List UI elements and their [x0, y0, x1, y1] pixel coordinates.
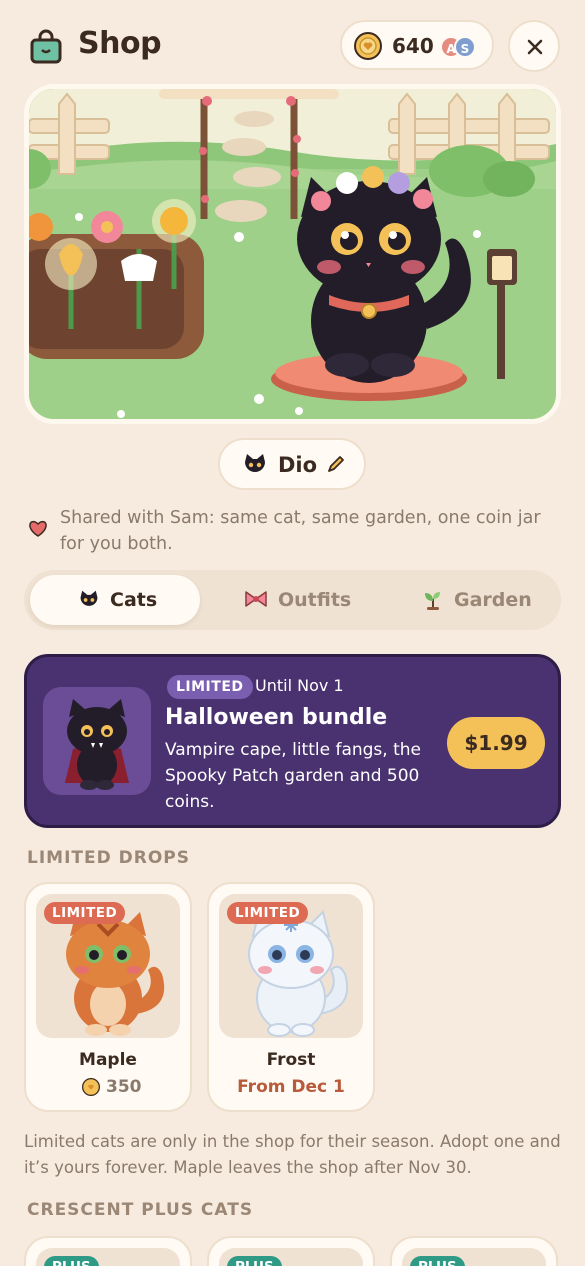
bow-icon — [245, 591, 267, 607]
sprout-icon — [425, 592, 440, 610]
garden-illustration — [29, 89, 556, 419]
vampire-cat-illustration — [65, 699, 129, 790]
cat-face-icon — [245, 454, 265, 472]
cat-face-icon — [80, 590, 98, 606]
garden-scene — [24, 84, 561, 424]
cat-card-frost[interactable]: LIMITED Frost From Dec 1 — [207, 882, 375, 1112]
limited-badge: LIMITED — [44, 902, 126, 924]
heart-icon — [29, 520, 47, 537]
plus-cat-card[interactable]: PLUS — [207, 1236, 375, 1266]
tab-garden[interactable]: Garden — [414, 575, 554, 625]
close-button[interactable] — [508, 20, 560, 72]
tab-label: Garden — [454, 589, 532, 611]
section-heading-plus: CRESCENT PLUS CATS — [27, 1200, 254, 1220]
tab-cats[interactable]: Cats — [30, 575, 200, 625]
plus-cat-card[interactable]: PLUS — [390, 1236, 558, 1266]
coin-balance[interactable]: 640 A S — [340, 20, 494, 70]
limited-badge: LIMITED — [227, 902, 309, 924]
cat-card-maple[interactable]: LIMITED Maple 350 — [24, 882, 192, 1112]
pet-name: Dio — [278, 453, 318, 477]
cat-card-art: LIMITED — [36, 894, 180, 1038]
bundle-thumbnail — [43, 687, 151, 795]
cat-price: 350 — [106, 1077, 142, 1097]
buy-bundle-button[interactable]: $1.99 — [447, 717, 545, 769]
tab-label: Cats — [110, 589, 158, 611]
category-tabs: Cats Outfits Garden — [24, 570, 561, 630]
cat-availability: From Dec 1 — [237, 1077, 345, 1097]
tab-outfits[interactable]: Outfits — [234, 575, 384, 625]
cat-card-art: LIMITED — [219, 894, 363, 1038]
pencil-icon[interactable] — [326, 454, 346, 474]
tab-label: Outfits — [278, 589, 352, 611]
header: Shop 640 A S — [0, 0, 585, 92]
coin-icon — [354, 32, 382, 60]
cat-name: Frost — [266, 1050, 316, 1070]
shared-info-text: Shared with Sam: same cat, same garden, … — [60, 508, 541, 554]
plus-badge: PLUS — [410, 1256, 465, 1266]
cat-name: Maple — [79, 1050, 137, 1070]
promo-title: Halloween bundle — [165, 705, 388, 730]
plus-cat-card[interactable]: PLUS — [24, 1236, 192, 1266]
avatar: S — [454, 36, 476, 58]
section-heading-limited: LIMITED DROPS — [27, 848, 190, 868]
promo-until-date: Until Nov 1 — [255, 676, 344, 695]
halloween-bundle-banner[interactable]: LIMITED Until Nov 1 Halloween bundle Vam… — [24, 654, 561, 828]
close-icon — [527, 39, 543, 55]
plus-badge: PLUS — [227, 1256, 282, 1266]
coin-count: 640 — [392, 34, 434, 58]
coin-icon — [82, 1078, 100, 1096]
shopping-bag-icon — [30, 29, 62, 64]
limited-note: Limited cats are only in the shop for th… — [24, 1132, 561, 1177]
plus-badge: PLUS — [44, 1256, 99, 1266]
pet-name-pill[interactable]: Dio — [218, 438, 366, 490]
limited-badge: LIMITED — [167, 675, 253, 699]
promo-description: Vampire cape, little fangs, the Spooky P… — [165, 740, 421, 812]
page-title: Shop — [78, 26, 162, 61]
